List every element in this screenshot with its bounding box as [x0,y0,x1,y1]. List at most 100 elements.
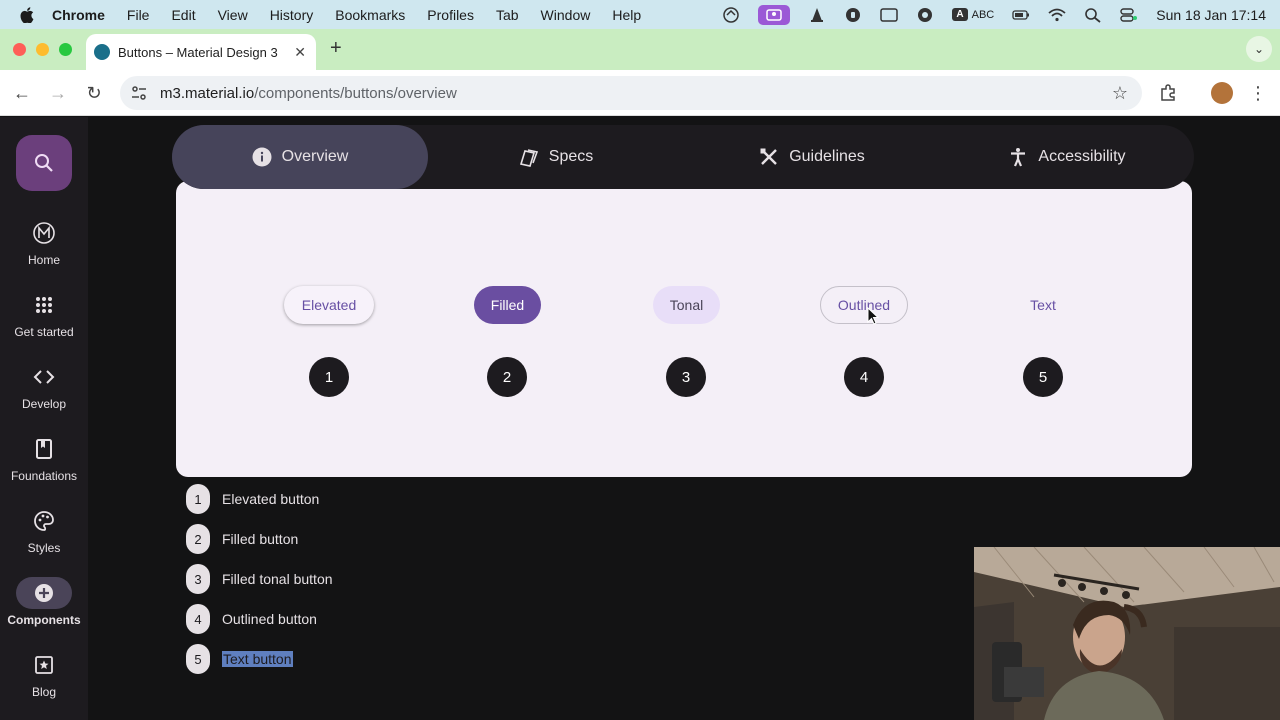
vpn-icon[interactable] [844,7,862,23]
palette-icon [34,511,54,531]
vlc-icon[interactable] [808,7,826,23]
rail-label-get-started: Get started [14,325,74,339]
callout-number-2: 2 [487,357,527,397]
macos-menubar: Chrome File Edit View History Bookmarks … [0,0,1280,29]
mouse-cursor-icon [867,307,879,325]
tab-overview-label: Overview [281,148,349,165]
address-bar[interactable]: m3.material.io/components/buttons/overvi… [120,76,1142,110]
tab-close-icon[interactable]: ✕ [294,44,306,61]
rail-item-styles[interactable]: Styles [0,505,88,555]
filled-button-demo[interactable]: Filled [474,286,541,324]
menu-history[interactable]: History [270,7,314,23]
tab-accessibility[interactable]: Accessibility [940,125,1194,189]
tonal-button-demo[interactable]: Tonal [653,286,720,324]
window-minimize-button[interactable] [36,43,49,56]
browser-tab-title: Buttons – Material Design 3 [118,44,278,60]
menu-window[interactable]: Window [541,7,591,23]
elevated-button-demo[interactable]: Elevated [284,286,374,324]
menubar-clock[interactable]: Sun 18 Jan 17:14 [1156,7,1266,23]
browser-tab-strip: Buttons – Material Design 3 ✕ + ⌄ [0,29,1280,70]
menu-edit[interactable]: Edit [171,7,195,23]
forward-arrow-icon[interactable]: → [47,82,69,104]
legend-number: 1 [186,484,210,514]
menu-help[interactable]: Help [612,7,641,23]
browser-tab-active[interactable]: Buttons – Material Design 3 ✕ [86,34,316,70]
rail-item-blog[interactable]: Blog [0,649,88,699]
legend-number: 3 [186,564,210,594]
input-source-indicator[interactable]: A ABC [952,8,994,21]
url-path: /components/buttons/overview [254,84,457,102]
menu-app-name[interactable]: Chrome [52,7,105,23]
legend-text-selected[interactable]: Text button [222,651,293,667]
wifi-icon[interactable] [1048,7,1066,23]
legend-item-3: 3 Filled tonal button [186,564,333,594]
recording-app-icon[interactable] [758,4,791,25]
menu-view[interactable]: View [218,7,248,23]
reload-icon[interactable]: ↻ [83,82,105,104]
legend-text: Elevated button [222,491,320,507]
material-favicon-icon [94,44,110,60]
code-brackets-icon [33,370,55,384]
menu-profiles[interactable]: Profiles [427,7,474,23]
callout-number-4: 4 [844,357,884,397]
rail-label-develop: Develop [21,397,67,411]
callout-number-3: 3 [666,357,706,397]
tab-accessibility-label: Accessibility [1038,148,1126,165]
book-icon [36,439,52,459]
display-icon[interactable] [880,7,899,23]
accessibility-person-icon [1011,148,1026,167]
rail-label-styles: Styles [27,541,61,555]
tab-overview[interactable]: Overview [172,125,428,189]
new-tab-button[interactable]: + [330,37,342,60]
site-info-icon[interactable] [130,84,148,102]
window-zoom-button[interactable] [59,43,72,56]
input-source-badge: A [952,8,968,21]
menu-tab[interactable]: Tab [496,7,519,23]
webcam-overlay [974,547,1280,720]
rail-item-foundations[interactable]: Foundations [0,433,88,483]
control-center-icon[interactable] [1120,7,1138,23]
info-icon [252,147,272,167]
legend-item-4: 4 Outlined button [186,604,317,634]
tab-search-chevron-icon[interactable]: ⌄ [1246,36,1272,62]
spotlight-search-icon[interactable] [1084,7,1102,23]
tab-guidelines-label: Guidelines [789,148,865,165]
browser-toolbar: ← → ↻ m3.material.io/components/buttons/… [0,70,1280,116]
add-circle-icon [35,584,53,602]
rail-label-foundations: Foundations [10,469,78,483]
cards-stack-icon [519,149,538,167]
rail-label-home: Home [27,253,60,267]
apps-grid-icon [36,297,52,313]
tab-specs[interactable]: Specs [428,125,684,189]
window-close-button[interactable] [13,43,26,56]
legend-text: Filled button [222,531,299,547]
outlined-button-demo[interactable]: Outlined [820,286,908,324]
battery-icon[interactable] [1012,7,1030,23]
legend-number: 5 [186,644,210,674]
callout-number-5: 5 [1023,357,1063,397]
rail-label-components: Components [7,613,81,627]
rail-search-button[interactable] [16,135,72,191]
url-host: m3.material.io [160,84,255,102]
apple-icon[interactable] [20,6,34,23]
kebab-menu-icon[interactable]: ⋮ [1247,82,1269,104]
rail-label-blog: Blog [31,685,57,699]
rail-item-develop[interactable]: Develop [0,361,88,411]
legend-number: 4 [186,604,210,634]
rail-item-home[interactable]: Home [0,217,88,267]
menu-file[interactable]: File [127,7,150,23]
star-box-icon [35,656,53,674]
profile-avatar[interactable] [1211,82,1233,104]
extensions-puzzle-icon[interactable] [1157,82,1179,104]
menu-bookmarks[interactable]: Bookmarks [335,7,405,23]
search-icon [35,154,53,172]
navigation-rail: Home Get started Develop Foundations Sty… [0,117,88,720]
bookmark-star-icon[interactable]: ☆ [1112,83,1128,104]
back-arrow-icon[interactable]: ← [11,82,33,104]
record-icon[interactable] [916,7,934,23]
rail-item-get-started[interactable]: Get started [0,289,88,339]
screen-share-icon[interactable] [722,6,740,23]
rail-item-components[interactable]: Components [0,577,88,627]
text-button-demo[interactable]: Text [1010,286,1076,324]
tab-guidelines[interactable]: Guidelines [684,125,940,189]
